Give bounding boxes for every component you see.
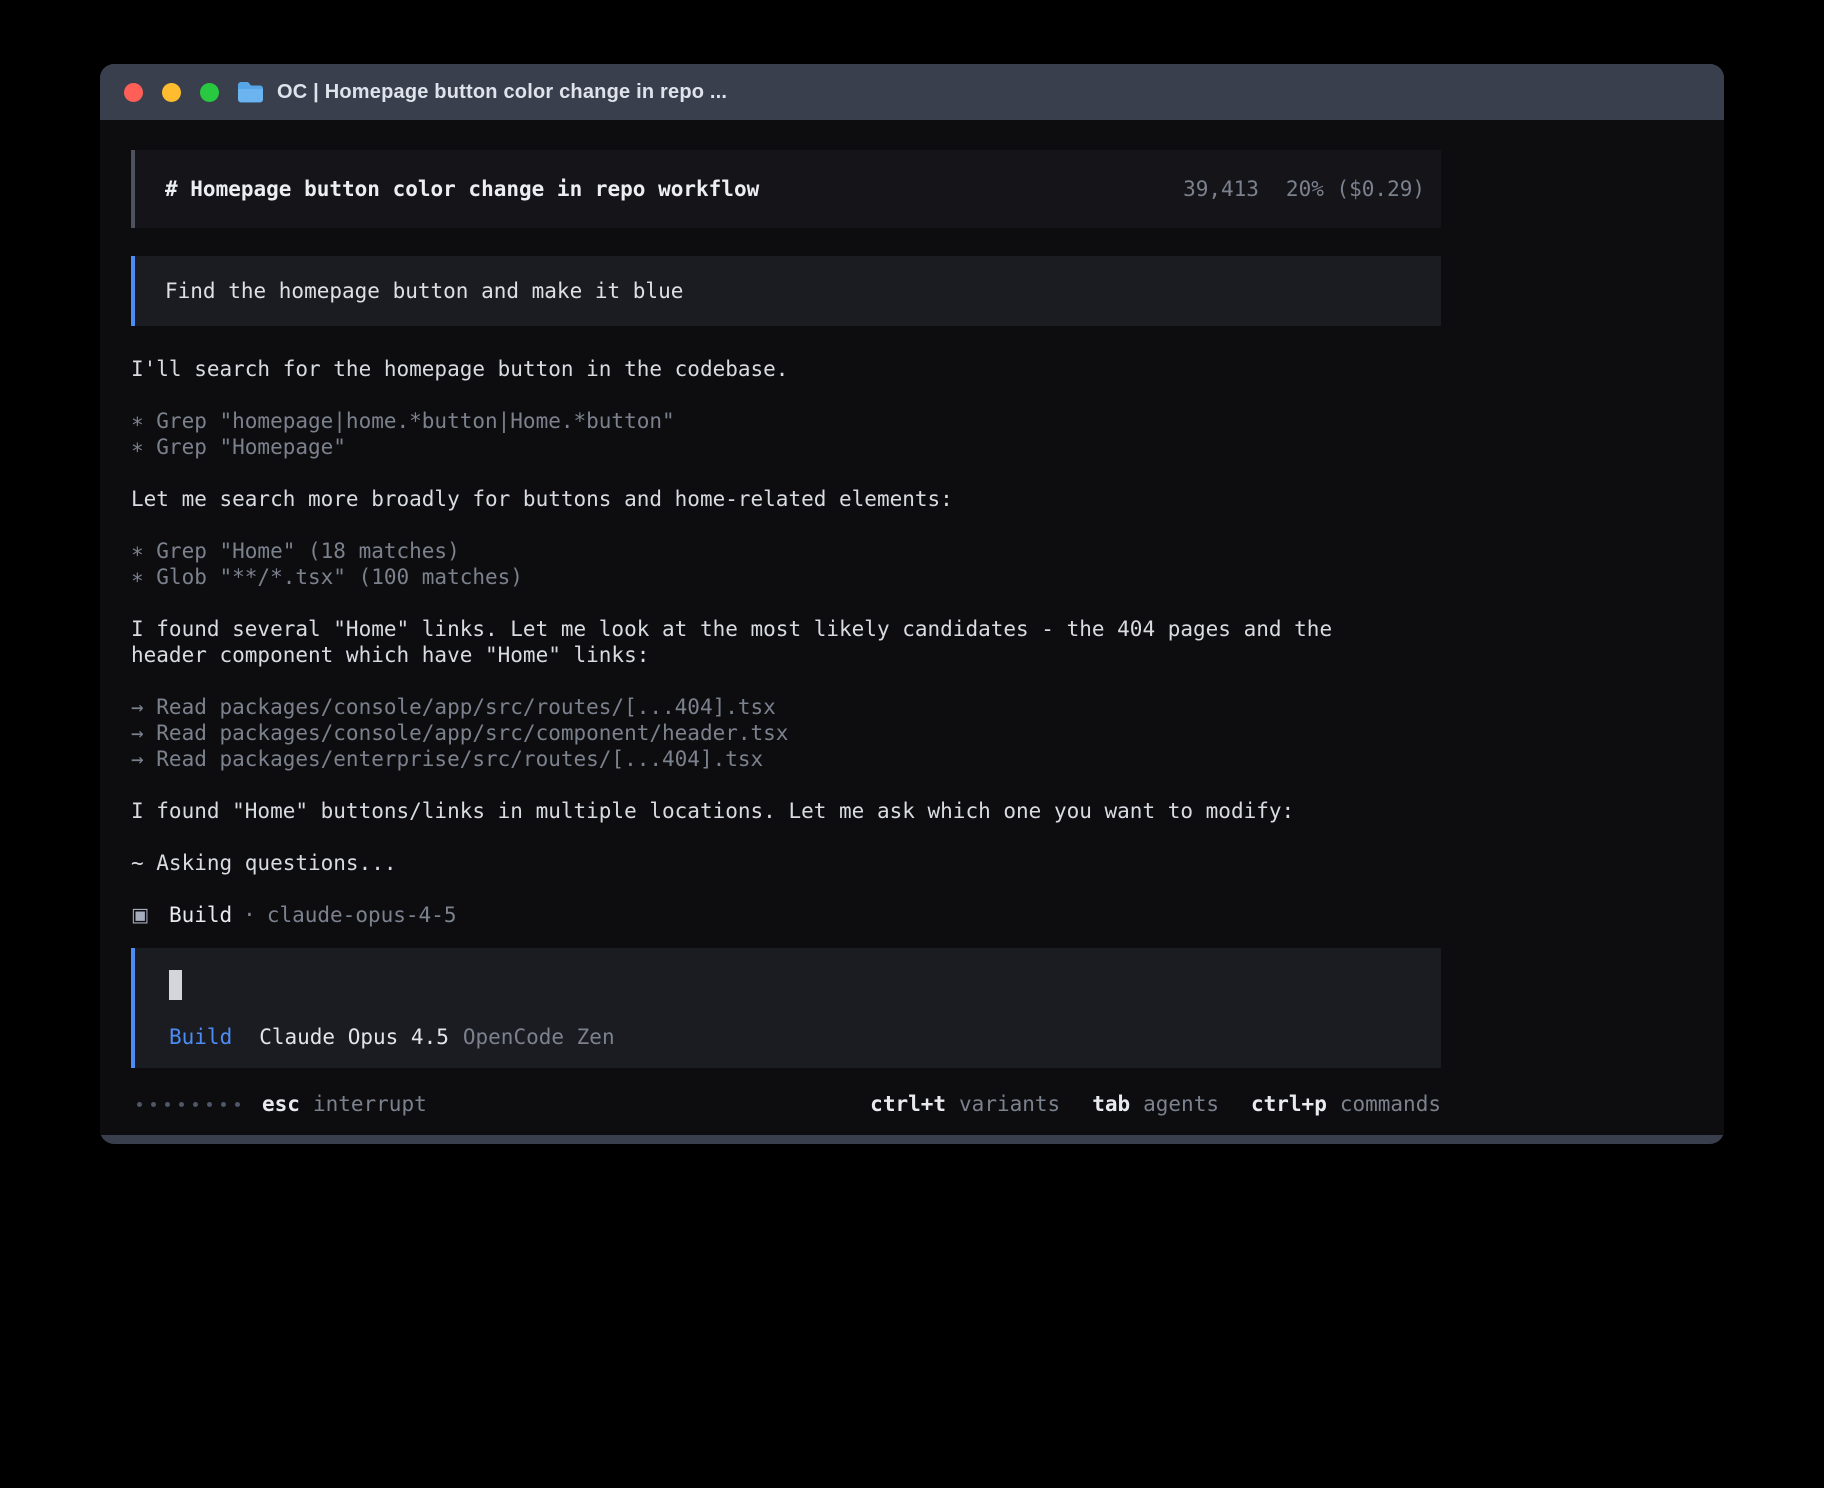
commands-label: commands xyxy=(1340,1092,1441,1116)
traffic-lights xyxy=(124,83,219,102)
status-bar: esc interrupt ctrl+t variants tab agents… xyxy=(131,1084,1441,1124)
spinner-dot xyxy=(179,1102,184,1107)
assistant-text: I found "Home" buttons/links in multiple… xyxy=(131,798,1441,824)
agents-shortcut[interactable]: tab agents xyxy=(1092,1092,1219,1116)
user-message: Find the homepage button and make it blu… xyxy=(131,256,1441,326)
interrupt-shortcut[interactable]: esc interrupt xyxy=(262,1092,427,1116)
spacer xyxy=(131,512,1441,538)
session-title: # Homepage button color change in repo w… xyxy=(165,177,759,201)
session-stats: 39,413 20% ($0.29) xyxy=(1183,177,1425,201)
spinner-dot xyxy=(221,1102,226,1107)
folder-icon xyxy=(237,81,264,103)
agent-model: claude-opus-4-5 xyxy=(267,902,457,928)
spinner-dot xyxy=(193,1102,198,1107)
close-button[interactable] xyxy=(124,83,143,102)
agent-separator: · xyxy=(243,902,256,928)
agents-key[interactable]: tab xyxy=(1092,1092,1130,1116)
variants-shortcut[interactable]: ctrl+t variants xyxy=(870,1092,1060,1116)
assistant-text: I'll search for the homepage button in t… xyxy=(131,356,1441,382)
spacer xyxy=(131,824,1441,850)
context-usage: 20% ($0.29) xyxy=(1286,177,1425,201)
esc-label: interrupt xyxy=(313,1092,427,1116)
session-header: # Homepage button color change in repo w… xyxy=(131,150,1441,228)
status-bar-right: ctrl+t variants tab agents ctrl+p comman… xyxy=(870,1092,1441,1116)
agent-icon: ▣ xyxy=(131,902,149,928)
agents-label: agents xyxy=(1143,1092,1219,1116)
text-cursor xyxy=(169,970,182,1000)
spinner-dot xyxy=(207,1102,212,1107)
window-title: OC | Homepage button color change in rep… xyxy=(277,81,727,104)
assistant-text: Let me search more broadly for buttons a… xyxy=(131,486,1441,512)
spacer xyxy=(131,382,1441,408)
variants-label: variants xyxy=(959,1092,1060,1116)
spinner-dots xyxy=(131,1102,240,1107)
agent-mode-label[interactable]: Build xyxy=(169,1024,232,1050)
agent-status: ▣ Build · claude-opus-4-5 xyxy=(131,902,1441,928)
tool-call-read[interactable]: → Read packages/console/app/src/routes/[… xyxy=(131,694,1441,720)
commands-shortcut[interactable]: ctrl+p commands xyxy=(1251,1092,1441,1116)
tool-call-grep[interactable]: ∗ Grep "homepage|home.*button|Home.*butt… xyxy=(131,408,1441,434)
spinner-dot xyxy=(235,1102,240,1107)
spacer xyxy=(131,772,1441,798)
minimize-button[interactable] xyxy=(162,83,181,102)
commands-key[interactable]: ctrl+p xyxy=(1251,1092,1327,1116)
spinner-dot xyxy=(165,1102,170,1107)
spinner-dot xyxy=(151,1102,156,1107)
assistant-working-status: ~ Asking questions... xyxy=(131,850,1441,876)
assistant-text: I found several "Home" links. Let me loo… xyxy=(131,616,1371,668)
user-message-text: Find the homepage button and make it blu… xyxy=(165,279,683,303)
agent-name: Build xyxy=(169,902,232,928)
tool-call-glob[interactable]: ∗ Glob "**/*.tsx" (100 matches) xyxy=(131,564,1441,590)
model-name-label[interactable]: Claude Opus 4.5 xyxy=(259,1024,449,1050)
tool-call-read[interactable]: → Read packages/enterprise/src/routes/[.… xyxy=(131,746,1441,772)
tool-call-grep[interactable]: ∗ Grep "Home" (18 matches) xyxy=(131,538,1441,564)
token-count: 39,413 xyxy=(1183,177,1259,201)
spacer xyxy=(131,876,1441,902)
prompt-input[interactable]: Build Claude Opus 4.5 OpenCode Zen xyxy=(131,948,1441,1068)
spacer xyxy=(131,668,1441,694)
status-bar-left: esc interrupt xyxy=(131,1092,427,1116)
assistant-response: I'll search for the homepage button in t… xyxy=(131,356,1441,928)
spinner-dot xyxy=(137,1102,142,1107)
terminal-content: # Homepage button color change in repo w… xyxy=(100,120,1724,1135)
spacer xyxy=(131,460,1441,486)
terminal-window: OC | Homepage button color change in rep… xyxy=(100,64,1724,1144)
spacer xyxy=(131,590,1441,616)
zoom-button[interactable] xyxy=(200,83,219,102)
tool-call-grep[interactable]: ∗ Grep "Homepage" xyxy=(131,434,1441,460)
window-titlebar[interactable]: OC | Homepage button color change in rep… xyxy=(100,64,1724,120)
esc-key[interactable]: esc xyxy=(262,1092,300,1116)
tool-call-read[interactable]: → Read packages/console/app/src/componen… xyxy=(131,720,1441,746)
provider-label: OpenCode Zen xyxy=(463,1024,615,1050)
variants-key[interactable]: ctrl+t xyxy=(870,1092,946,1116)
input-meta: Build Claude Opus 4.5 OpenCode Zen xyxy=(169,1024,615,1050)
